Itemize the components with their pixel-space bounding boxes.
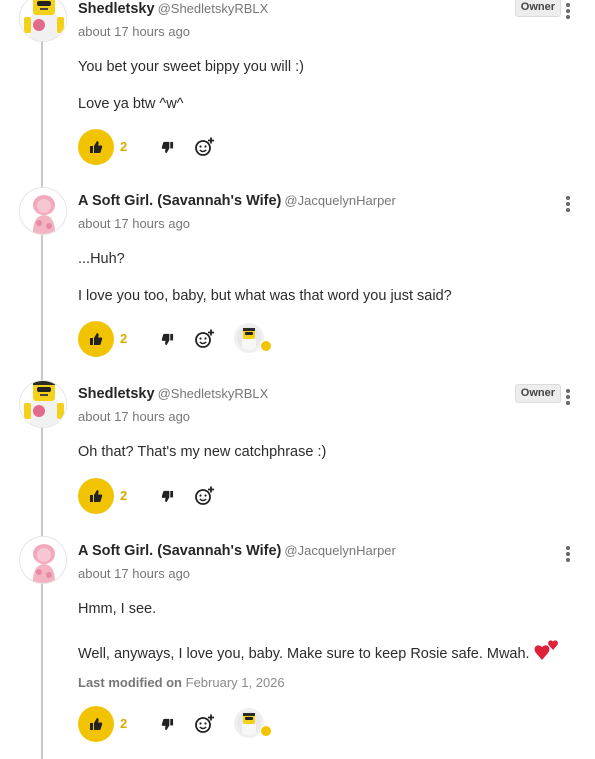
reactor-avatar-icon [237, 326, 261, 350]
dislike-button[interactable] [158, 138, 176, 156]
add-reaction-button[interactable] [194, 485, 216, 507]
comment-text-line: Well, anyways, I love you, baby. Make su… [78, 638, 560, 662]
like-count: 2 [120, 139, 128, 154]
add-reaction-icon [195, 329, 214, 348]
dislike-button[interactable] [158, 487, 176, 505]
like-button[interactable] [78, 478, 114, 514]
thumbs-down-icon [161, 718, 173, 730]
more-options-icon[interactable] [565, 196, 571, 212]
comment-text-line: ...Huh? [78, 251, 125, 267]
like-button[interactable] [78, 321, 114, 357]
timestamp: about 17 hours ago [78, 566, 191, 581]
dislike-button[interactable] [158, 715, 176, 733]
avatar[interactable] [19, 380, 67, 428]
author-handle[interactable]: @JacquelynHarper [284, 543, 395, 558]
avatar[interactable] [19, 536, 67, 584]
comment-text-line: Oh that? That's my new catchphrase :) [78, 444, 327, 460]
comment-text-line: Hmm, I see. [78, 601, 157, 617]
comment-actions: 2 [78, 129, 338, 165]
timestamp: about 17 hours ago [78, 216, 191, 231]
last-modified: Last modified on February 1, 2026 [78, 675, 285, 690]
author-handle[interactable]: @ShedletskyRBLX [158, 1, 269, 16]
author-name[interactable]: Shedletsky [78, 386, 155, 402]
like-button[interactable] [78, 129, 114, 165]
owner-badge: Owner [514, 0, 561, 17]
author-handle[interactable]: @ShedletskyRBLX [158, 386, 269, 401]
author-name[interactable]: A Soft Girl. (Savannah's Wife) [78, 543, 281, 559]
reaction-chip[interactable] [234, 708, 272, 740]
reactor-avatar-icon [237, 711, 261, 735]
like-count: 2 [120, 488, 128, 503]
like-count: 2 [120, 716, 128, 731]
comment-actions: 2 [78, 706, 338, 742]
add-reaction-button[interactable] [194, 136, 216, 158]
add-reaction-button[interactable] [194, 713, 216, 735]
comment-actions: 2 [78, 478, 338, 514]
author-name[interactable]: Shedletsky [78, 1, 155, 17]
author-name[interactable]: A Soft Girl. (Savannah's Wife) [78, 193, 281, 209]
last-modified-label: Last modified on [78, 675, 182, 690]
avatar[interactable] [19, 0, 67, 42]
add-reaction-button[interactable] [194, 328, 216, 350]
thumbs-down-icon [161, 490, 173, 502]
add-reaction-icon [195, 714, 214, 733]
more-options-icon[interactable] [565, 3, 571, 19]
dislike-button[interactable] [158, 330, 176, 348]
thumbs-up-icon [90, 490, 103, 502]
comment-text-line: Love ya btw ^w^ [78, 96, 184, 112]
like-button[interactable] [78, 706, 114, 742]
author-handle[interactable]: @JacquelynHarper [284, 193, 395, 208]
owner-badge: Owner [514, 384, 561, 403]
heart-reaction-icon [260, 340, 272, 352]
timestamp: about 17 hours ago [78, 24, 191, 39]
comment-text-line: I love you too, baby, but what was that … [78, 288, 452, 304]
thumbs-up-icon [90, 333, 103, 345]
two-hearts-icon [534, 640, 558, 660]
thumbs-up-icon [90, 718, 103, 730]
more-options-icon[interactable] [565, 546, 571, 562]
comment-text: Well, anyways, I love you, baby. Make su… [78, 646, 530, 662]
more-options-icon[interactable] [565, 389, 571, 405]
thumbs-down-icon [161, 333, 173, 345]
reaction-chip[interactable] [234, 323, 272, 355]
add-reaction-icon [195, 137, 214, 156]
thumbs-down-icon [161, 141, 173, 153]
timestamp: about 17 hours ago [78, 409, 191, 424]
heart-reaction-icon [260, 725, 272, 737]
add-reaction-icon [195, 486, 214, 505]
comment-actions: 2 [78, 321, 338, 357]
comment-text-line: You bet your sweet bippy you will :) [78, 59, 304, 75]
last-modified-date: February 1, 2026 [185, 675, 285, 690]
thumbs-up-icon [90, 141, 103, 153]
like-count: 2 [120, 331, 128, 346]
avatar[interactable] [19, 187, 67, 235]
